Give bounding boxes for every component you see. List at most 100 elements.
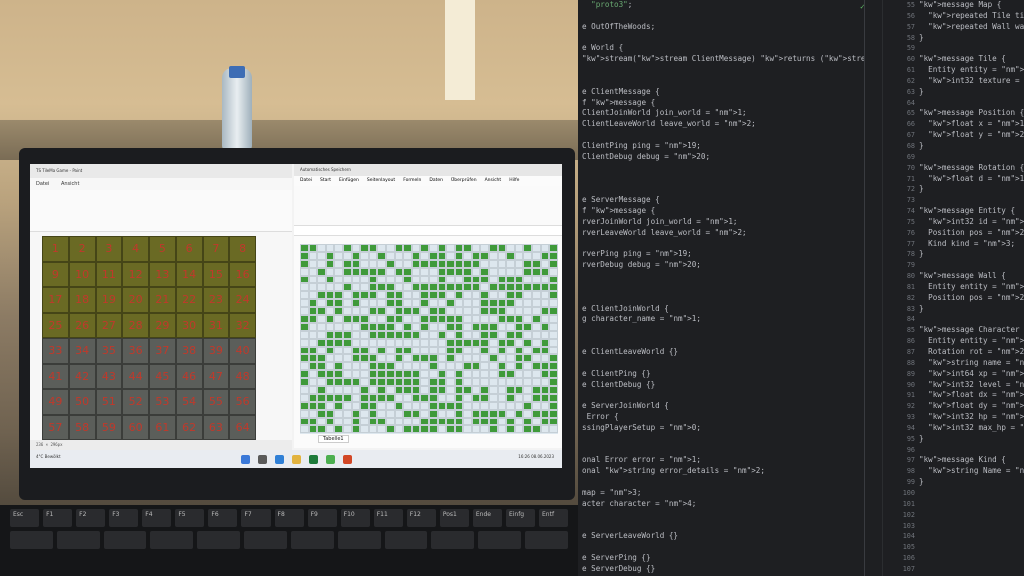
- code-line[interactable]: "proto3";: [578, 0, 864, 11]
- sheet-cell[interactable]: [514, 307, 524, 316]
- sheet-cell[interactable]: [317, 417, 326, 426]
- sheet-cell[interactable]: [308, 251, 318, 260]
- sheet-cell[interactable]: [385, 409, 395, 418]
- sheet-cell[interactable]: [325, 354, 335, 363]
- sheet-cell[interactable]: [360, 299, 369, 308]
- sheet-cell[interactable]: [368, 378, 378, 387]
- sheet-cell[interactable]: [514, 315, 524, 323]
- sheet-cell[interactable]: [403, 338, 412, 347]
- sheet-cell[interactable]: [471, 417, 481, 426]
- sheet-cell[interactable]: [497, 401, 507, 410]
- sheet-cell[interactable]: [377, 283, 386, 292]
- sheet-cell[interactable]: [368, 315, 378, 323]
- sheet-cell[interactable]: [368, 275, 378, 284]
- sheet-cell[interactable]: [471, 409, 481, 418]
- code-line[interactable]: e ClientDebug {}: [578, 380, 864, 391]
- sheet-cell[interactable]: [342, 330, 352, 339]
- sheet-cell[interactable]: [523, 322, 533, 331]
- sheet-cell[interactable]: [532, 315, 541, 323]
- excel-tab[interactable]: Seitenlayout: [367, 178, 395, 183]
- code-line[interactable]: Entity entity = "nm">1;: [919, 282, 1024, 293]
- sheet-cell[interactable]: [394, 409, 404, 418]
- sheet-cell[interactable]: [446, 370, 455, 379]
- sheet-cell[interactable]: [308, 338, 318, 347]
- sheet-cell[interactable]: [420, 307, 429, 316]
- sheet-cell[interactable]: [463, 307, 472, 316]
- sheet-cell[interactable]: [403, 275, 412, 284]
- sheet-cell[interactable]: [506, 322, 515, 331]
- sheet-cell[interactable]: [489, 417, 498, 426]
- sheet-cell[interactable]: [377, 346, 386, 355]
- sheet-cell[interactable]: [480, 393, 490, 402]
- sheet-cell[interactable]: [403, 401, 412, 410]
- sheet-cell[interactable]: [411, 362, 421, 371]
- sheet-cell[interactable]: [420, 259, 429, 268]
- code-line[interactable]: ssingPlayerSetup = "nm">0;: [578, 423, 864, 434]
- sheet-cell[interactable]: [411, 315, 421, 323]
- sheet-cell[interactable]: [342, 338, 352, 347]
- sheet-cell[interactable]: [506, 283, 515, 292]
- sheet-cell[interactable]: [523, 401, 533, 410]
- sheet-cell[interactable]: [360, 417, 369, 426]
- sheet-cell[interactable]: [497, 283, 507, 292]
- sheet-cell[interactable]: [437, 259, 447, 268]
- sheet-cell[interactable]: [480, 378, 490, 387]
- sheet-cell[interactable]: [540, 251, 550, 260]
- code-line[interactable]: "kw">repeated Wall walls = "nm">2;: [919, 22, 1024, 33]
- sheet-cell[interactable]: [454, 330, 464, 339]
- code-line[interactable]: "kw">float y = "nm">2;: [919, 130, 1024, 141]
- sheet-cell[interactable]: [360, 338, 369, 347]
- sheet-cell[interactable]: [385, 338, 395, 347]
- code-line[interactable]: "kw">int32 level = "nm">5;: [919, 380, 1024, 391]
- sheet-cell[interactable]: [325, 370, 335, 379]
- sheet-cell[interactable]: [360, 330, 369, 339]
- code-line[interactable]: ClientLeaveWorld leave_world = "nm">2;: [578, 119, 864, 130]
- sheet-cell[interactable]: [523, 362, 533, 371]
- code-line[interactable]: "kw">int32 id = "nm">1;: [919, 217, 1024, 228]
- excel-tab[interactable]: Daten: [429, 178, 443, 183]
- sheet-cell[interactable]: [403, 299, 412, 308]
- sheet-cell[interactable]: [351, 244, 361, 252]
- code-line[interactable]: e ClientPing {}: [578, 369, 864, 380]
- sheet-cell[interactable]: [360, 386, 369, 394]
- sheet-cell[interactable]: [300, 393, 309, 402]
- sheet-cell[interactable]: [325, 275, 335, 284]
- sheet-cell[interactable]: [549, 315, 558, 323]
- sheet-cell[interactable]: [549, 322, 558, 331]
- sheet-cell[interactable]: [506, 346, 515, 355]
- office-icon[interactable]: [342, 454, 352, 464]
- sheet-cell[interactable]: [351, 267, 361, 276]
- sheet-cell[interactable]: [368, 307, 378, 316]
- sheet-cell[interactable]: [532, 244, 541, 252]
- sheet-cell[interactable]: [420, 275, 429, 284]
- sheet-cell[interactable]: [420, 299, 429, 308]
- sheet-cell[interactable]: [540, 409, 550, 418]
- sheet-cell[interactable]: [437, 275, 447, 284]
- sheet-cell[interactable]: [489, 346, 498, 355]
- sheet-cell[interactable]: [540, 291, 550, 300]
- sheet-cell[interactable]: [317, 291, 326, 300]
- sheet-cell[interactable]: [437, 386, 447, 394]
- sheet-cell[interactable]: [360, 322, 369, 331]
- sheet-cell[interactable]: [549, 244, 558, 252]
- sheet-cell[interactable]: [428, 393, 438, 402]
- sheet-cell[interactable]: [489, 275, 498, 284]
- sheet-cell[interactable]: [514, 267, 524, 276]
- sheet-cell[interactable]: [523, 386, 533, 394]
- sheet-cell[interactable]: [514, 338, 524, 347]
- sheet-cell[interactable]: [403, 346, 412, 355]
- sheet-cell[interactable]: [360, 259, 369, 268]
- code-line[interactable]: [578, 163, 864, 174]
- sheet-cell[interactable]: [549, 370, 558, 379]
- sheet-cell[interactable]: [394, 386, 404, 394]
- sheet-cell[interactable]: [540, 354, 550, 363]
- sheet-cell[interactable]: [334, 244, 343, 252]
- sheet-cell[interactable]: [377, 386, 386, 394]
- sheet-cell[interactable]: [532, 338, 541, 347]
- sheet-cell[interactable]: [549, 393, 558, 402]
- sheet-cell[interactable]: [325, 259, 335, 268]
- sheet-cell[interactable]: [471, 291, 481, 300]
- sheet-cell[interactable]: [497, 307, 507, 316]
- sheet-cell[interactable]: [334, 330, 343, 339]
- sheet-cell[interactable]: [532, 354, 541, 363]
